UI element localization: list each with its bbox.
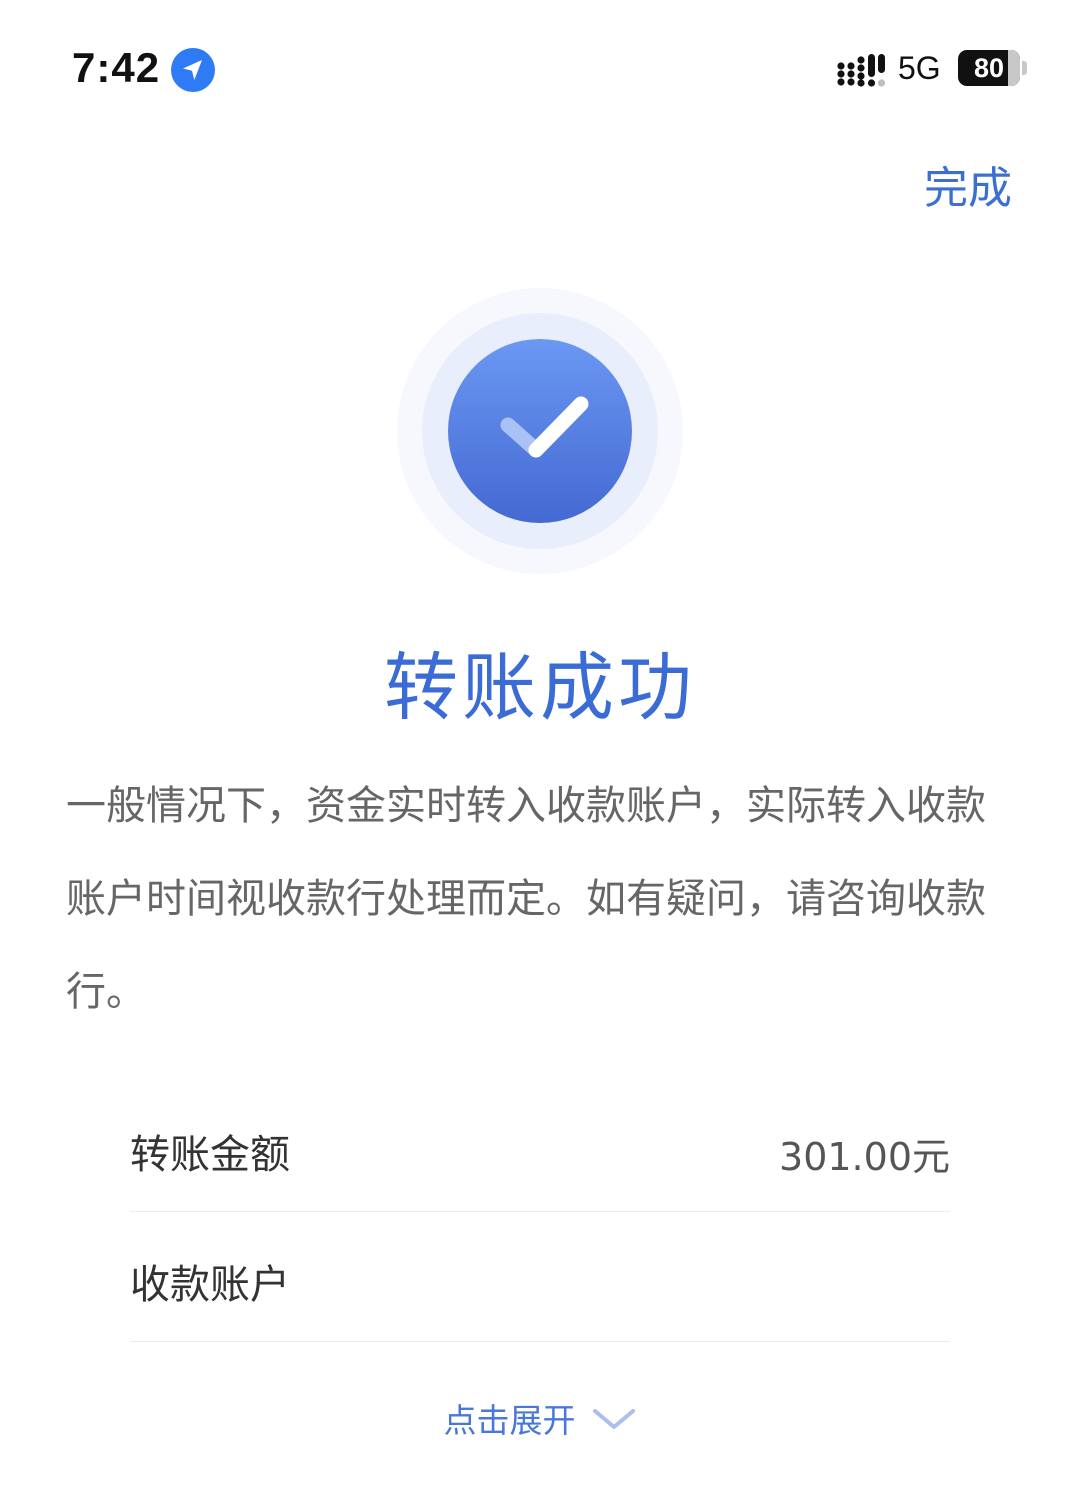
- success-check-icon: [397, 288, 683, 574]
- network-type: 5G: [898, 50, 941, 86]
- amount-label: 转账金额: [130, 1132, 290, 1178]
- detail-row-amount: 转账金额 301.00元: [130, 1082, 950, 1212]
- chevron-down-icon: [592, 1409, 635, 1429]
- cellular-signal-icon: [837, 54, 886, 87]
- status-time: 7:42: [72, 44, 161, 91]
- amount-value: 301.00元: [779, 1135, 950, 1179]
- result-title: 转账成功: [384, 645, 696, 731]
- battery-icon: 80: [958, 50, 1020, 86]
- battery-level: 80: [973, 53, 1005, 83]
- location-arrow-icon: [171, 48, 215, 92]
- account-label: 收款账户: [130, 1262, 290, 1308]
- transfer-success-screen: 7:42 5G 80 完成 转账成功 一般情况下，资金实时转入收款账户，实际转入…: [0, 0, 1080, 1507]
- done-button[interactable]: 完成: [924, 152, 1012, 216]
- transfer-notice: 一般情况下，资金实时转入收款账户，实际转入收款账户时间视收款行处理而定。如有疑问…: [66, 783, 986, 1015]
- expand-toggle[interactable]: 点击展开: [0, 1394, 1080, 1442]
- battery-tip: [1022, 61, 1027, 75]
- expand-label: 点击展开: [443, 1401, 576, 1440]
- detail-row-account: 收款账户: [130, 1212, 950, 1342]
- status-bar: 7:42 5G 80: [0, 0, 1080, 140]
